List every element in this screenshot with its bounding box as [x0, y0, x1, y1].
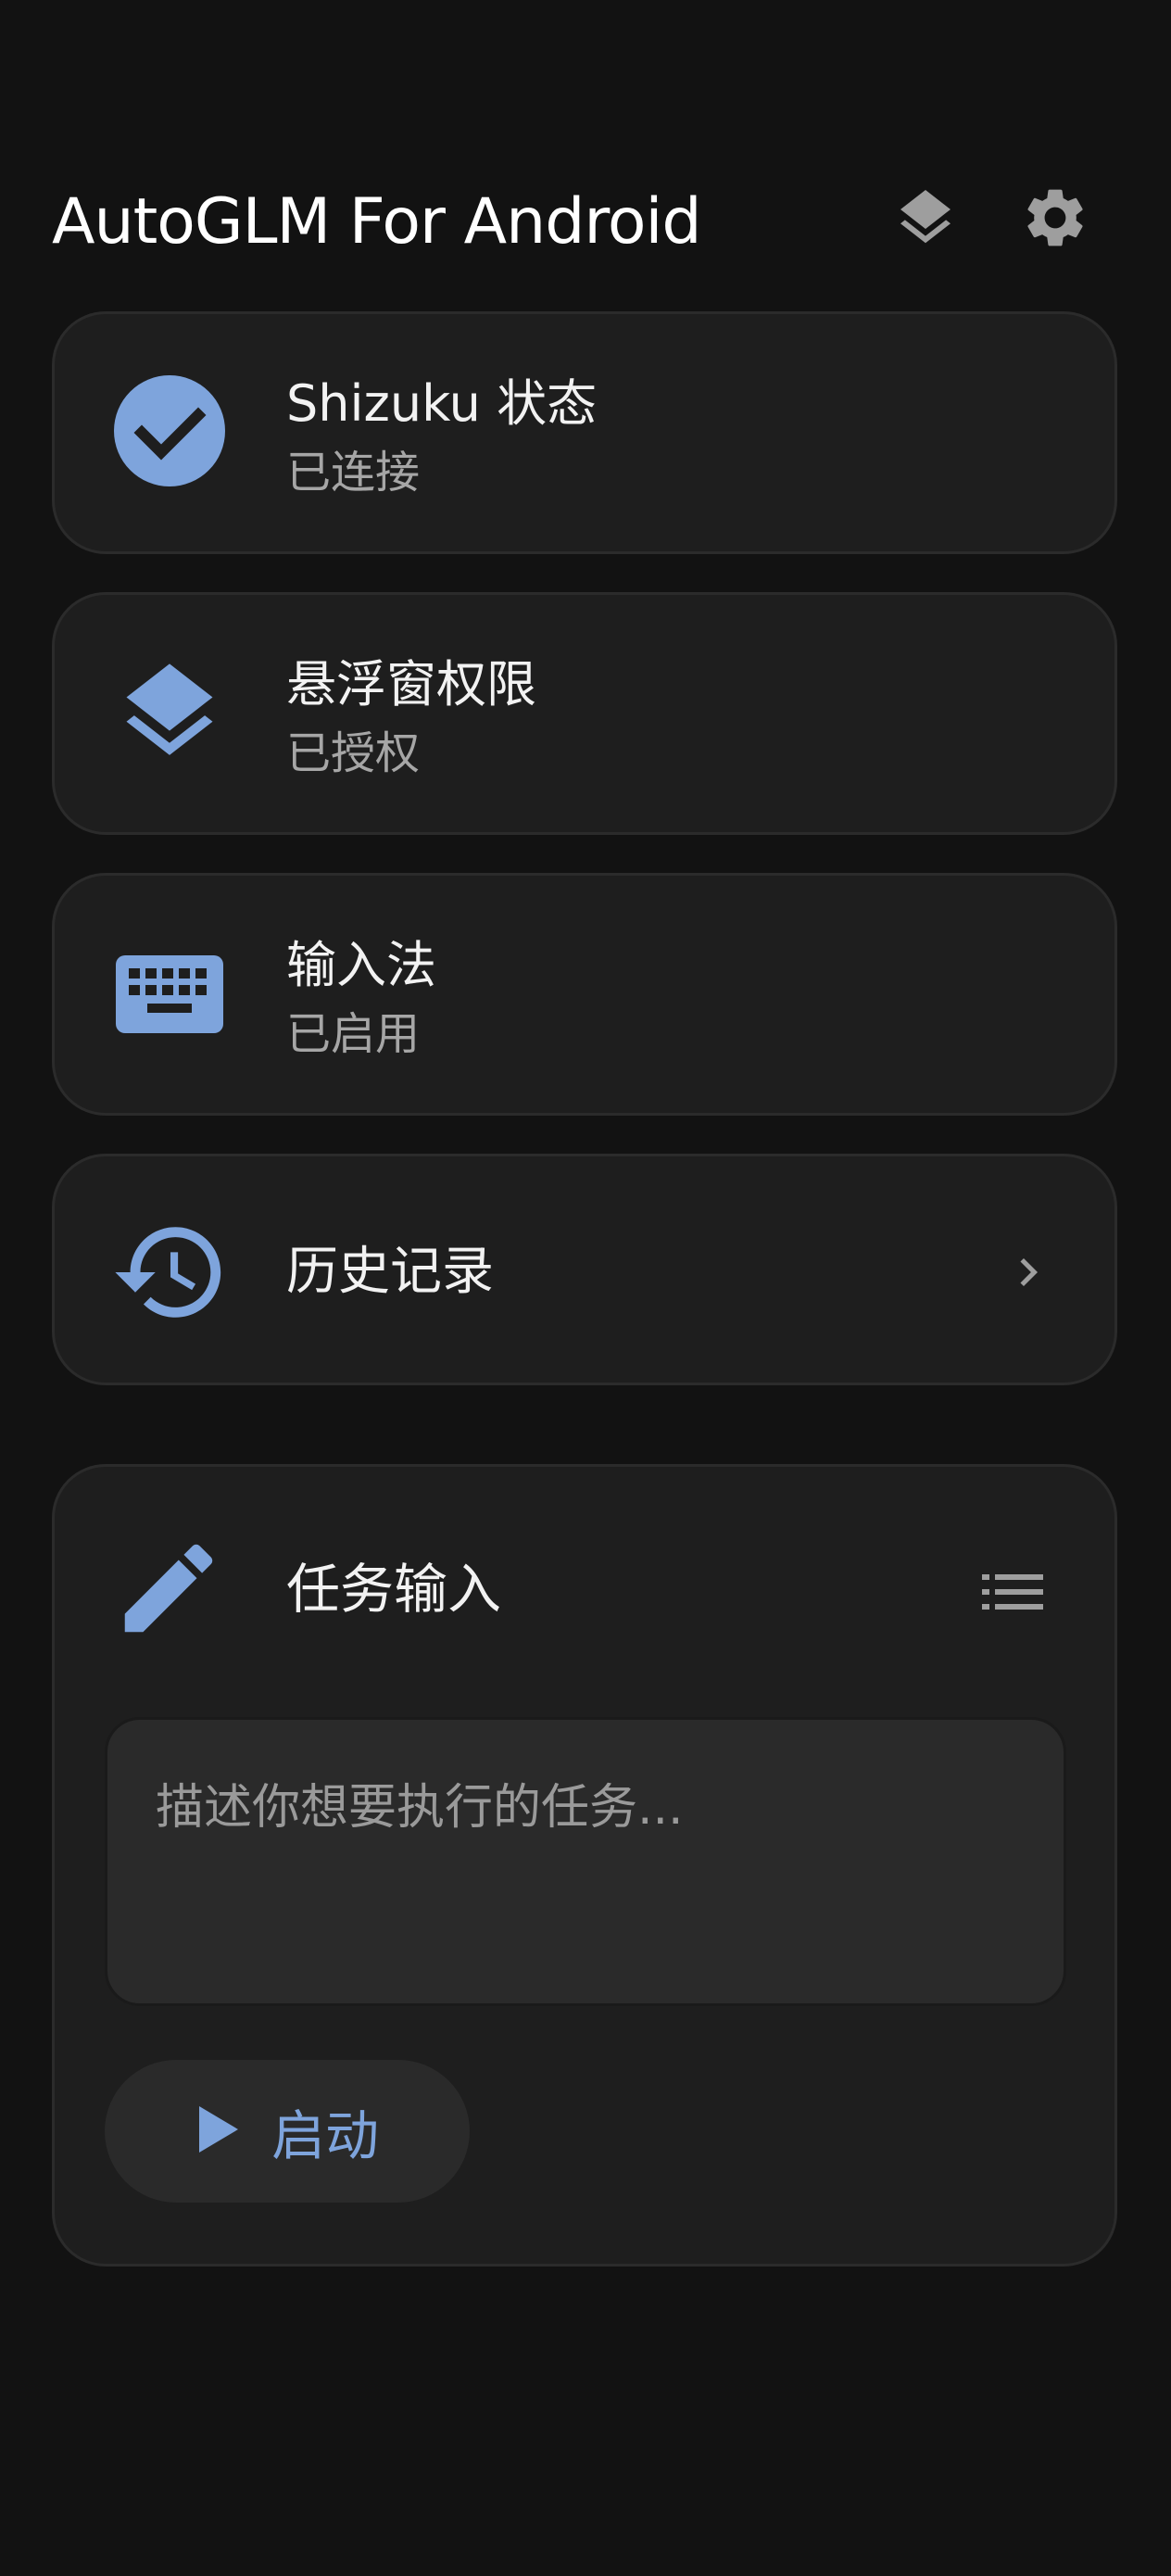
card-status: 已启用 — [286, 1008, 421, 1060]
start-button[interactable]: 启动 — [105, 2060, 470, 2203]
shizuku-status-card[interactable]: Shizuku 状态 已连接 — [52, 311, 1117, 554]
layers-icon[interactable] — [884, 176, 967, 259]
gear-icon[interactable] — [1014, 176, 1097, 259]
list-icon[interactable] — [976, 1559, 1050, 1624]
task-title: 任务输入 — [286, 1558, 502, 1621]
card-status: 已授权 — [286, 727, 421, 779]
input-method-card[interactable]: 输入法 已启用 — [52, 873, 1117, 1116]
chevron-right-icon — [998, 1242, 1059, 1303]
check-circle-icon — [112, 373, 227, 488]
card-title: Shizuku 状态 — [286, 374, 598, 433]
layers-icon — [112, 654, 227, 769]
history-card[interactable]: 历史记录 — [52, 1154, 1117, 1385]
app-title: AutoGLM For Android — [52, 185, 702, 259]
start-label: 启动 — [271, 2104, 379, 2167]
history-icon — [110, 1212, 231, 1332]
main-screen: AutoGLM For Android Shizuku 状态 已连接 悬浮窗权限… — [0, 0, 1171, 2576]
card-title: 悬浮窗权限 — [286, 655, 536, 713]
keyboard-icon — [112, 935, 227, 1050]
card-title: 输入法 — [286, 936, 436, 994]
pencil-icon — [110, 1530, 227, 1647]
card-status: 已连接 — [286, 447, 421, 499]
task-input[interactable] — [105, 1717, 1066, 2006]
play-icon — [195, 2104, 242, 2158]
history-title: 历史记录 — [286, 1242, 494, 1302]
overlay-permission-card[interactable]: 悬浮窗权限 已授权 — [52, 592, 1117, 835]
task-input-card: 任务输入 启动 — [52, 1464, 1117, 2267]
